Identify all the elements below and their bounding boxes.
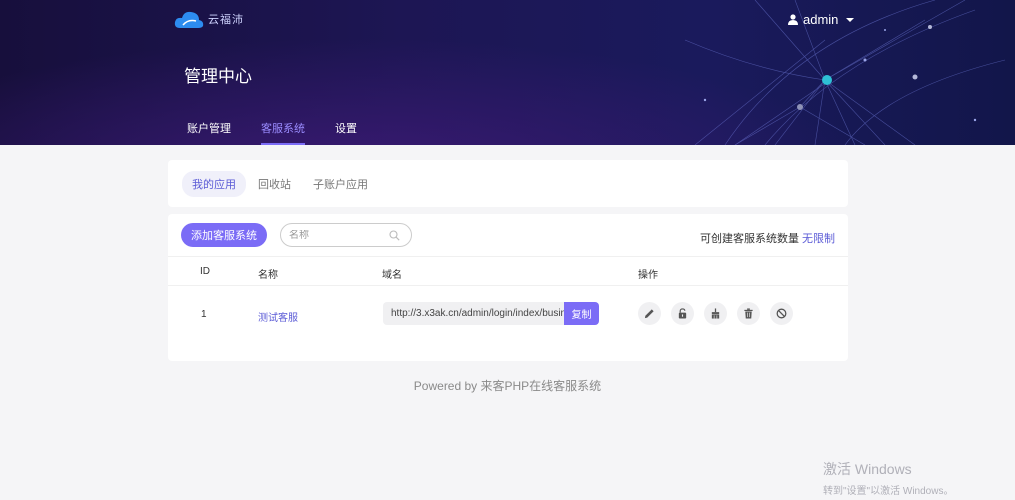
column-header-actions: 操作	[638, 270, 658, 281]
app-list-card: 添加客服系统 可创建客服系统数量无限制 ID 名称 域名 操作 1 测试客服 h…	[168, 214, 848, 361]
table-header: ID 名称 域名 操作	[168, 256, 848, 286]
search-icon[interactable]	[389, 229, 400, 241]
search-box	[280, 223, 412, 247]
nav-item-support-system[interactable]: 客服系统	[261, 120, 305, 145]
cloud-logo-icon	[174, 11, 204, 28]
nav-item-settings[interactable]: 设置	[335, 120, 357, 145]
watermark-title: 激活 Windows	[823, 461, 912, 477]
sub-tabs: 我的应用 回收站 子账户应用	[168, 160, 848, 207]
tab-sub-account-apps[interactable]: 子账户应用	[313, 171, 378, 197]
edit-icon	[644, 309, 654, 319]
tab-recycle-bin[interactable]: 回收站	[258, 171, 301, 197]
ban-icon	[776, 308, 787, 319]
edit-button[interactable]	[638, 302, 661, 325]
broom-icon	[711, 308, 720, 319]
domain-url[interactable]: http://3.x3ak.cn/admin/login/index/busin…	[383, 302, 564, 325]
username: admin	[803, 12, 839, 27]
copy-button[interactable]: 复制	[564, 302, 599, 325]
limit-label: 可创建客服系统数量	[700, 233, 799, 245]
clean-button[interactable]	[704, 302, 727, 325]
column-header-domain: 域名	[382, 270, 402, 281]
delete-button[interactable]	[737, 302, 760, 325]
tab-my-apps[interactable]: 我的应用	[182, 170, 246, 197]
column-header-id: ID	[200, 266, 210, 277]
add-support-system-button[interactable]: 添加客服系统	[181, 223, 267, 247]
windows-activation-watermark: 激活 Windows 转到"设置"以激活 Windows。	[823, 459, 953, 497]
cell-id: 1	[201, 309, 207, 320]
creation-limit: 可创建客服系统数量 无限制	[700, 230, 835, 246]
table-row: 1 测试客服 http://3.x3ak.cn/admin/login/inde…	[168, 300, 848, 330]
user-icon	[788, 14, 798, 25]
page-title: 管理中心	[184, 67, 252, 86]
column-header-name: 名称	[258, 270, 278, 281]
logo[interactable]: 云福沛	[174, 8, 244, 30]
row-actions	[638, 302, 793, 325]
watermark-subtitle: 转到"设置"以激活 Windows。	[823, 486, 954, 497]
limit-value: 无限制	[802, 233, 835, 245]
footer-credit: Powered by 来客PHP在线客服系统	[413, 379, 602, 393]
chevron-down-icon	[846, 17, 855, 22]
toolbar: 添加客服系统	[181, 223, 412, 247]
user-menu[interactable]: admin	[788, 12, 855, 27]
unlock-button[interactable]	[671, 302, 694, 325]
domain-field: http://3.x3ak.cn/admin/login/index/busin…	[383, 302, 599, 325]
nav-item-accounts[interactable]: 账户管理	[187, 120, 231, 145]
header-banner: 云福沛 admin 管理中心 账户管理 客服系统 设置	[0, 0, 1015, 145]
app-name-link[interactable]: 测试客服	[258, 309, 298, 324]
unlock-icon	[678, 308, 687, 319]
disable-button[interactable]	[770, 302, 793, 325]
main-nav: 账户管理 客服系统 设置	[187, 120, 357, 145]
logo-text: 云福沛	[208, 14, 244, 26]
search-input[interactable]	[289, 229, 385, 241]
trash-icon	[744, 308, 753, 319]
